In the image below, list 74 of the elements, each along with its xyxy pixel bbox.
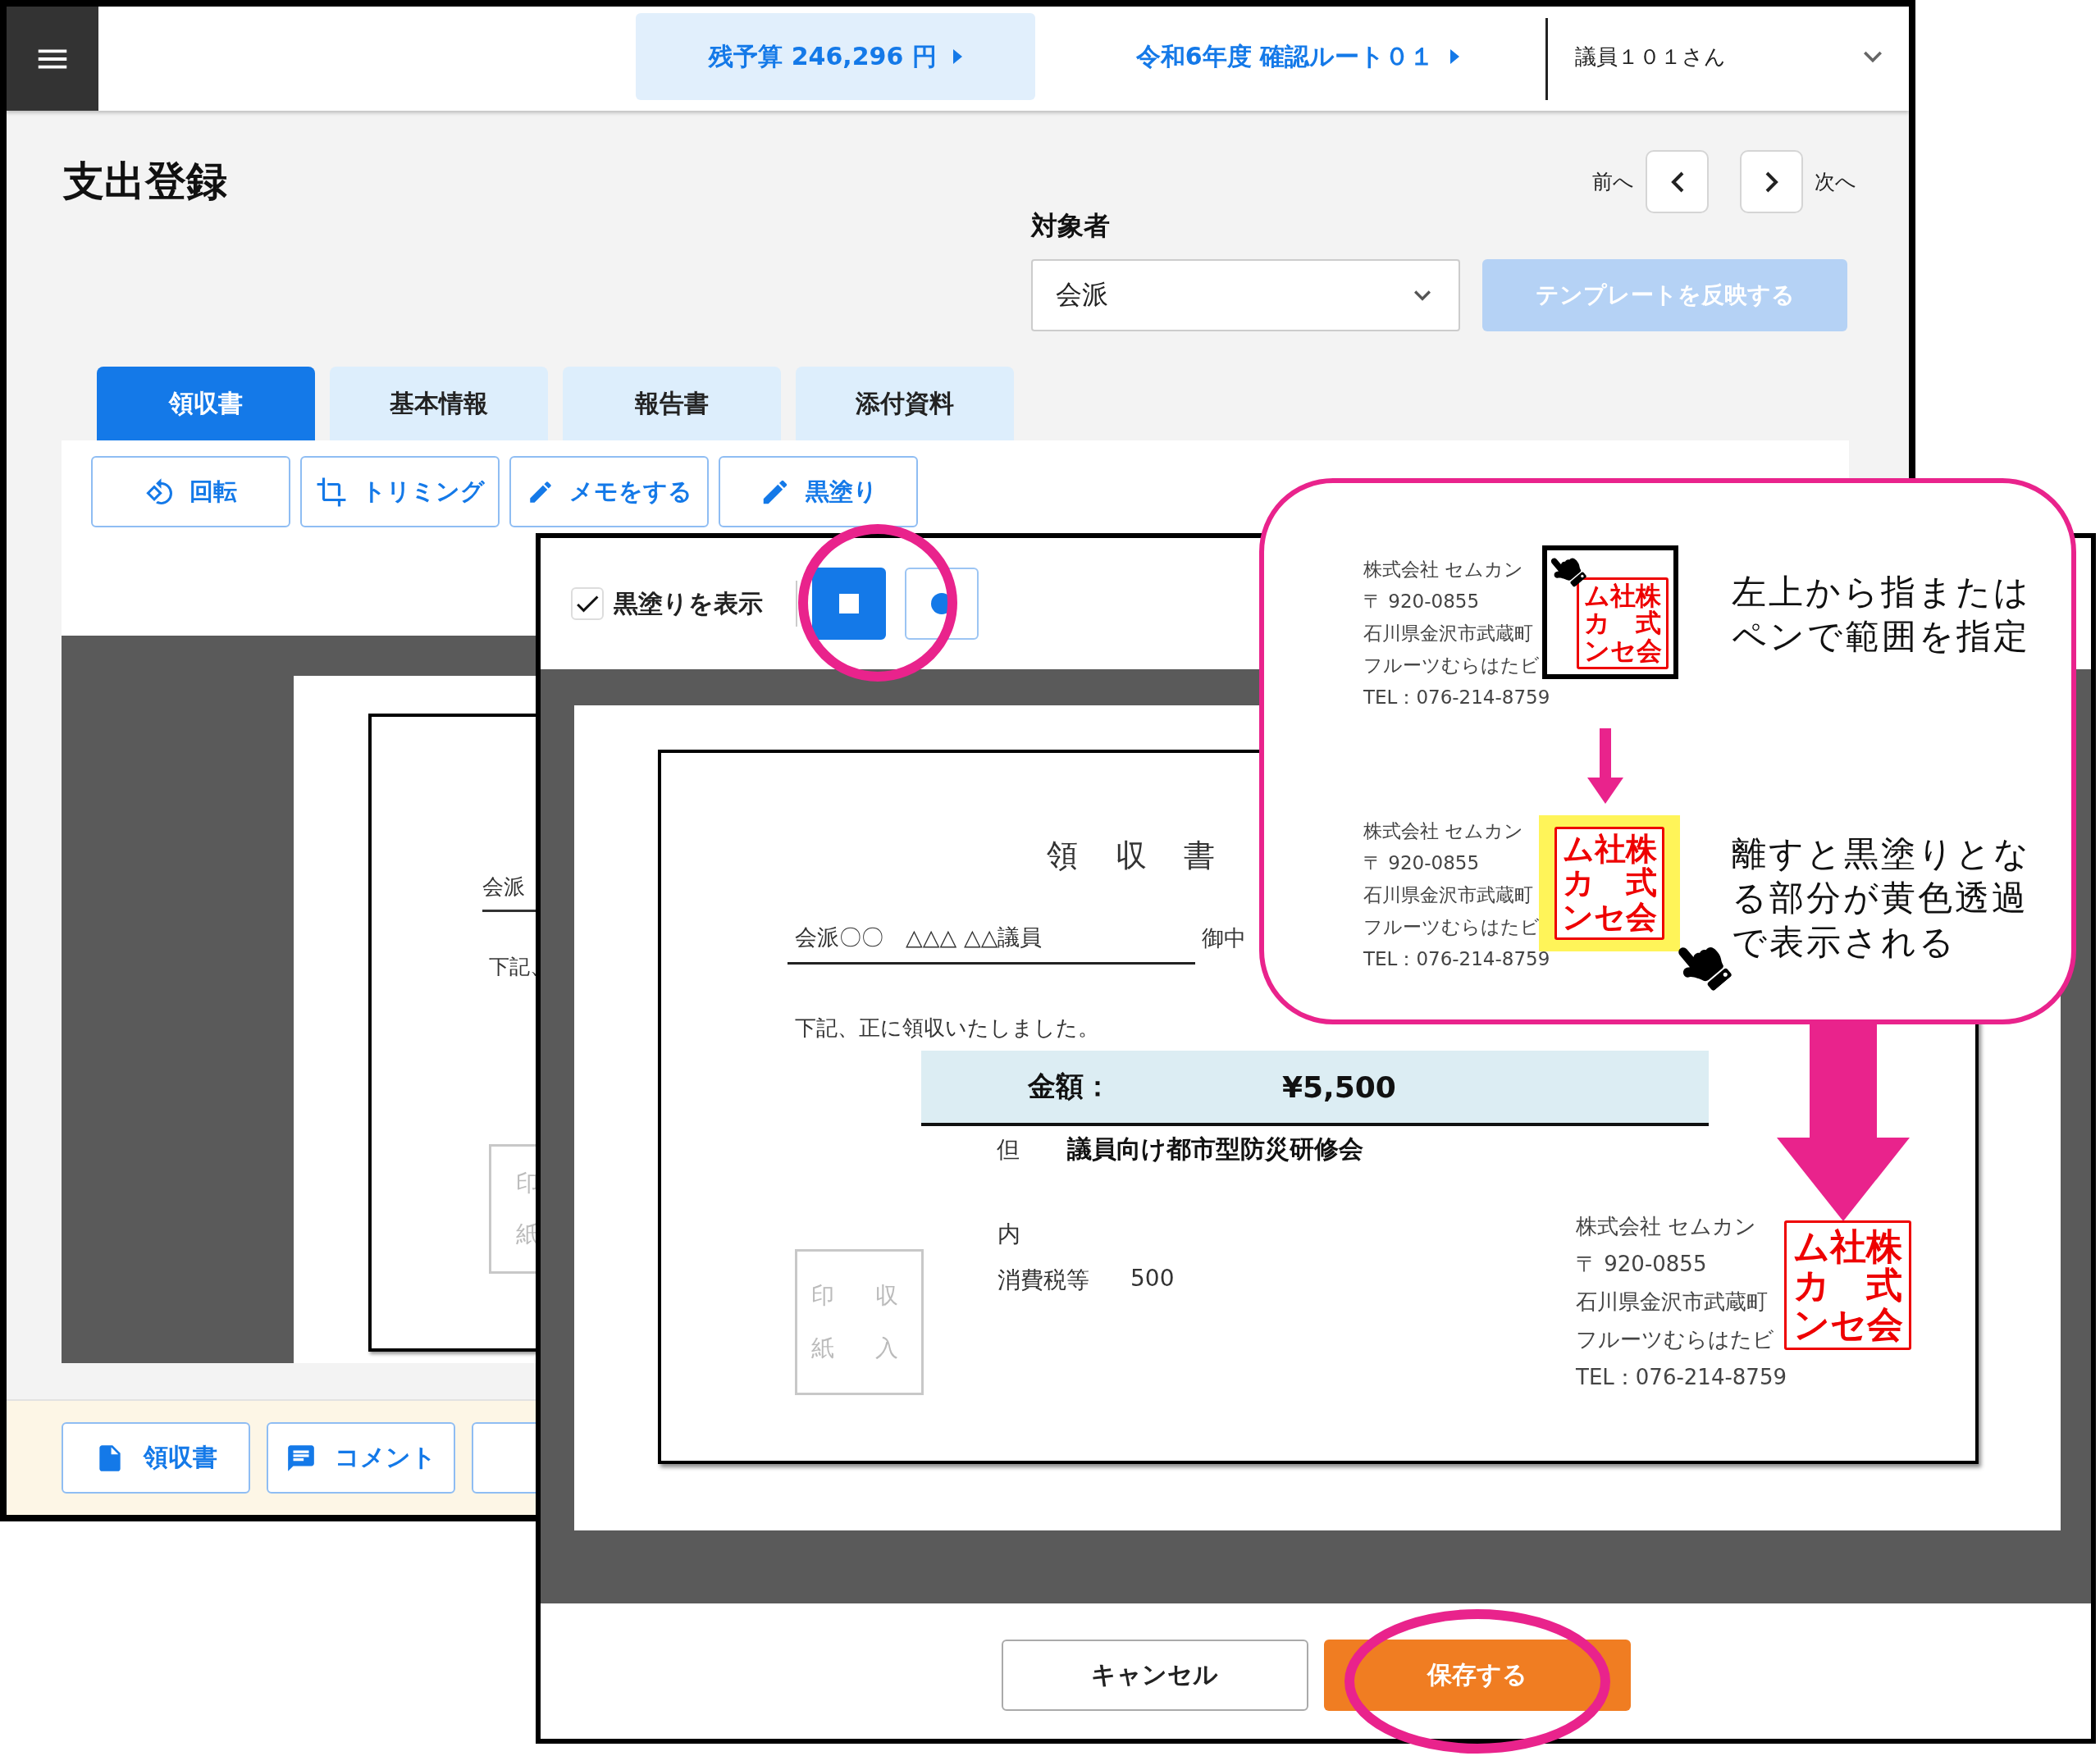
field-label: 対象者 — [1031, 209, 1111, 243]
prev-button[interactable] — [1646, 150, 1709, 213]
rotate-icon — [144, 477, 175, 507]
step-text: 左上から指またはペンで範囲を指定 — [1732, 571, 2032, 658]
seal-text: ンセ会 — [1562, 900, 1657, 934]
stamp-text: 紙 入 — [810, 1334, 908, 1363]
tax-value: 500 — [1130, 1265, 1175, 1293]
target-select[interactable]: 会派 — [1031, 259, 1460, 331]
crop-icon — [315, 476, 347, 508]
issuer-text: フルーツむらはたビ — [1363, 654, 1540, 677]
receipt-title: 領 収 書 — [1047, 837, 1218, 875]
caret-icon — [952, 49, 962, 64]
issuer-text: 株式会社 セムカン — [1363, 819, 1524, 843]
tool-button[interactable]: 回転 — [91, 456, 290, 527]
seal-text: ム社株 — [1793, 1226, 1902, 1266]
down-arrow-icon — [1587, 728, 1623, 804]
issuer-text: TEL：076-214-8759 — [1363, 686, 1550, 709]
checkbox-label: 黒塗りを表示 — [614, 587, 763, 619]
seal-text: カ 式 — [1793, 1266, 1902, 1305]
issuer-text: 〒 920-0855 — [1576, 1251, 1707, 1278]
issuer-text: 石川県金沢市武蔵町 — [1363, 883, 1533, 907]
issuer-text: フルーツむらはたビ — [1576, 1326, 1774, 1353]
issuer-text: 株式会社 セムカン — [1576, 1213, 1757, 1240]
next-button[interactable] — [1740, 150, 1803, 213]
seal-text: ンセ会 — [1583, 636, 1662, 665]
issuer-text: フルーツむらはたビ — [1363, 915, 1540, 939]
tool-button[interactable]: トリミング — [300, 456, 500, 527]
amount-label: 金額： — [1028, 1069, 1112, 1104]
note-label: 但 — [997, 1134, 1020, 1165]
cancel-button[interactable]: キャンセル — [1001, 1640, 1308, 1711]
honorific-text: 御中 — [1202, 924, 1246, 952]
chevron-right-icon — [1764, 171, 1778, 193]
chevron-left-icon — [1670, 171, 1684, 193]
amount-value: ¥5,500 — [1282, 1070, 1396, 1104]
prev-label: 前へ — [1592, 169, 1634, 195]
tax-label: 消費税等 — [998, 1266, 1089, 1295]
issuer-text: TEL：076-214-8759 — [1363, 947, 1550, 971]
seal-text: ンセ会 — [1792, 1304, 1903, 1344]
issuer-text: 石川県金沢市武蔵町 — [1576, 1288, 1768, 1316]
statement-text: 下記、正に領収いたしました。 — [795, 1015, 1099, 1042]
breakdown-label: 内 — [998, 1220, 1021, 1249]
tool-button[interactable]: メモをする — [509, 456, 709, 527]
seal-text: ム社株 — [1584, 582, 1661, 610]
issuer-text: TEL：076-214-8759 — [1576, 1364, 1787, 1391]
tab[interactable]: 領収書 — [97, 367, 315, 440]
budget-button[interactable]: 残予算 246,296 円 — [636, 13, 1035, 100]
issuer-text: 〒 920-0855 — [1363, 590, 1480, 613]
route-link[interactable]: 令和6年度 確認ルート０１ — [1117, 13, 1478, 100]
tab[interactable]: 報告書 — [563, 367, 781, 440]
user-menu[interactable]: 議員１０１さん — [1548, 13, 1909, 100]
stamp-text: 印 収 — [810, 1281, 908, 1311]
checkbox[interactable] — [571, 587, 604, 620]
note-text: 議員向け都市型防災研修会 — [1067, 1133, 1363, 1165]
issuer-text: 石川県金沢市武蔵町 — [1363, 622, 1533, 645]
addressee-text: 会派〇〇 △△△ △△議員 — [788, 923, 1195, 965]
square-icon — [839, 594, 859, 613]
action-button[interactable]: 領収書 — [62, 1422, 250, 1494]
step-text: 離すと黒塗りとなる部分が黄色透過で表示される — [1732, 832, 2032, 964]
seal-text: カ 式 — [1562, 866, 1657, 901]
seal-text: ム社株 — [1562, 832, 1657, 867]
action-button[interactable]: コメント — [267, 1422, 455, 1494]
seal-text: カ 式 — [1584, 609, 1661, 637]
statement-text: 下記、 — [489, 954, 551, 980]
tab[interactable]: 添付資料 — [796, 367, 1014, 440]
next-label: 次へ — [1815, 169, 1856, 195]
menu-button[interactable] — [7, 7, 98, 111]
issuer-text: 株式会社 セムカン — [1363, 558, 1524, 582]
shape-button[interactable] — [812, 568, 886, 640]
tab[interactable]: 基本情報 — [330, 367, 548, 440]
tool-button[interactable]: 黒塗り — [719, 456, 918, 527]
save-button[interactable]: 保存する — [1323, 1640, 1631, 1711]
caret-icon — [1450, 49, 1460, 64]
issuer-text: 〒 920-0855 — [1363, 851, 1480, 875]
page-title: 支出登録 — [63, 157, 227, 207]
